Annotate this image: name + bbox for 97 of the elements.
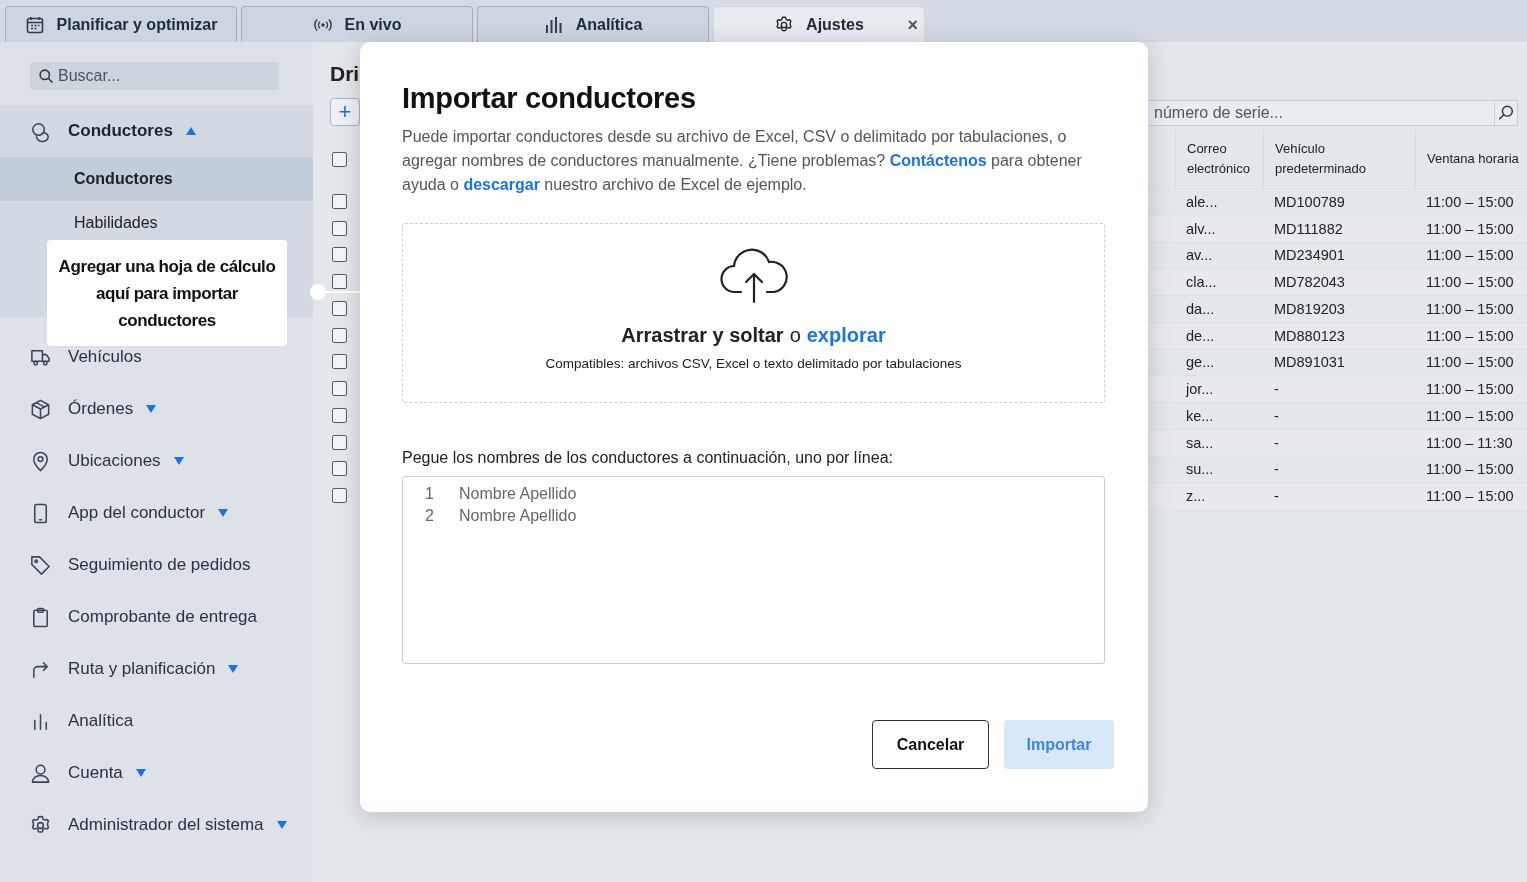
table-cell-text: ke... [1185,407,1215,424]
nav-item[interactable]: Comprobante de entrega [0,591,313,643]
search-button[interactable] [1494,100,1518,126]
close-button[interactable]: × [907,15,918,36]
table-cell-text: MD100789 [1273,193,1346,210]
table-cell-text: cla... [1185,274,1218,291]
column-header[interactable]: Correo electrónico [1175,130,1263,188]
table-cell-text: 11:00 – 15:00 [1425,407,1515,424]
table-cell-text: MD111882 [1273,220,1344,237]
table-cell-text: av... [1185,247,1214,264]
search-field[interactable]: Buscar... [30,62,279,90]
tab[interactable]: En vivo [241,6,473,42]
field-label: Pegue los nombres de los conductores a continuación, uno por línea: [402,449,894,467]
table-cell-text: de... [1185,327,1216,344]
table-cell-text: 11:00 – 15:00 [1425,247,1515,264]
dialog-title: Importar conductores [402,82,697,115]
drop-label: Arrastrar y soltar [621,324,784,347]
checkbox[interactable] [332,488,347,504]
tooltip: Agregar una hoja de cálculo aquí para importar conductores [47,240,287,346]
checkbox[interactable] [332,151,347,167]
nav-item[interactable]: Ubicaciones [0,435,313,487]
checkbox[interactable] [332,247,347,263]
checkbox[interactable] [332,381,347,397]
names-input-field[interactable]: 1 Nombre Apellido 2 Nombre Apellido [402,476,1105,664]
table-cell-text: MD782043 [1273,274,1346,291]
table-cell-text: 11:00 – 15:00 [1425,354,1515,371]
search-field[interactable]: número de serie... [1148,100,1494,126]
table-cell-text: ge... [1185,354,1216,371]
nav-item[interactable]: Conductores [0,105,313,157]
table-cell-text: 11:00 – 11:30 [1425,434,1514,451]
checkbox[interactable] [332,193,347,209]
table-cell-text: z... [1185,488,1207,505]
line-number: 1 [424,485,435,503]
tab[interactable]: Ajustes × [713,6,925,42]
nav-item[interactable]: App del conductor [0,487,313,539]
checkbox[interactable] [332,220,347,236]
table-cell-text: MD819203 [1273,300,1346,317]
table-cell-text: MD234901 [1273,247,1346,264]
table-cell-text: jor... [1184,381,1215,398]
nav-item[interactable]: Órdenes [0,383,313,435]
page-title: Dri [330,61,360,87]
nav-item[interactable]: Cuenta [0,747,313,799]
link[interactable]: descargar [463,176,540,193]
checkbox[interactable] [332,327,347,343]
search-icon [38,68,55,85]
tab[interactable]: Planificar y optimizar [5,6,237,42]
table-cell-text: 11:00 – 15:00 [1425,488,1515,505]
table-cell-text: MD891031 [1273,354,1346,371]
table-cell-text: 11:00 – 15:00 [1425,327,1515,344]
checkbox[interactable] [332,300,347,316]
table-cell-text: sa... [1185,434,1215,451]
table-cell-text: - [1273,461,1280,478]
browse-link[interactable]: explorar [806,324,886,347]
joiner-text: o [789,324,801,347]
cancel-button[interactable]: Cancelar [872,720,989,769]
drop-zone[interactable]: Arrastrar y soltar o explorar Compatibles: archivos CSV, Excel o texto delimitado por tabulaciones [402,223,1105,403]
nav-item[interactable]: Administrador del sistema [0,799,313,851]
table-cell-text: - [1273,488,1280,505]
box-icon [29,397,52,421]
search-icon [1497,104,1515,122]
table-cell-text: 11:00 – 15:00 [1425,381,1515,398]
nav-item[interactable]: Analítica [0,695,313,747]
table-cell-text: 11:00 – 15:00 [1425,274,1515,291]
table-cell-text: ale... [1185,193,1219,210]
table-cell-text: 11:00 – 15:00 [1425,300,1515,317]
table-cell-text: su... [1185,461,1215,478]
column-header[interactable]: Vehículo predeterminado [1263,130,1415,188]
table-cell-text: da... [1185,300,1216,317]
checkbox[interactable] [332,434,347,450]
line-number: 2 [424,507,435,525]
tag-icon [29,553,52,577]
intro-text: Puede importar conductores desde su archivo de Excel, CSV o delimitado por tabulaciones, o agregar nombres de conductores manualmente. ¿Tiene problemas? Contáctenos para obtener ayuda o descargar nuestro archivo de Excel de ejemplo. [402,127,1083,195]
checkbox[interactable] [332,407,347,423]
table-cell-text: 11:00 – 15:00 [1425,461,1515,478]
table-cell-text: 11:00 – 15:00 [1425,220,1515,237]
formats-text: Compatibles: archivos CSV, Excel o texto delimitado por tabulaciones [545,356,962,371]
table-cell-text: MD880123 [1273,327,1346,344]
checkbox[interactable] [332,461,347,477]
nav-item[interactable]: Seguimiento de pedidos [0,539,313,591]
placeholder-text: Nombre Apellido [459,485,577,503]
tab[interactable]: Analítica [477,6,709,42]
table-cell-text: - [1273,381,1280,398]
nav-subitem[interactable]: Conductores [0,157,313,201]
checkbox[interactable] [332,274,347,290]
column-header[interactable]: Ventana horaria [1415,130,1527,188]
nav-item[interactable]: Ruta y planificación [0,643,313,695]
placeholder-text: Nombre Apellido [459,507,577,525]
table-cell-text: 11:00 – 15:00 [1425,193,1515,210]
add-button[interactable]: + [330,98,360,126]
table-cell-text: - [1273,407,1280,424]
table-cell-text: alv... [1185,220,1217,237]
calendar-icon [24,14,45,35]
table-cell-text: - [1273,434,1280,451]
checkbox[interactable] [332,354,347,370]
cloud-upload-icon [718,248,789,304]
bar-chart-icon [543,14,564,35]
link[interactable]: Contáctenos [889,152,987,169]
